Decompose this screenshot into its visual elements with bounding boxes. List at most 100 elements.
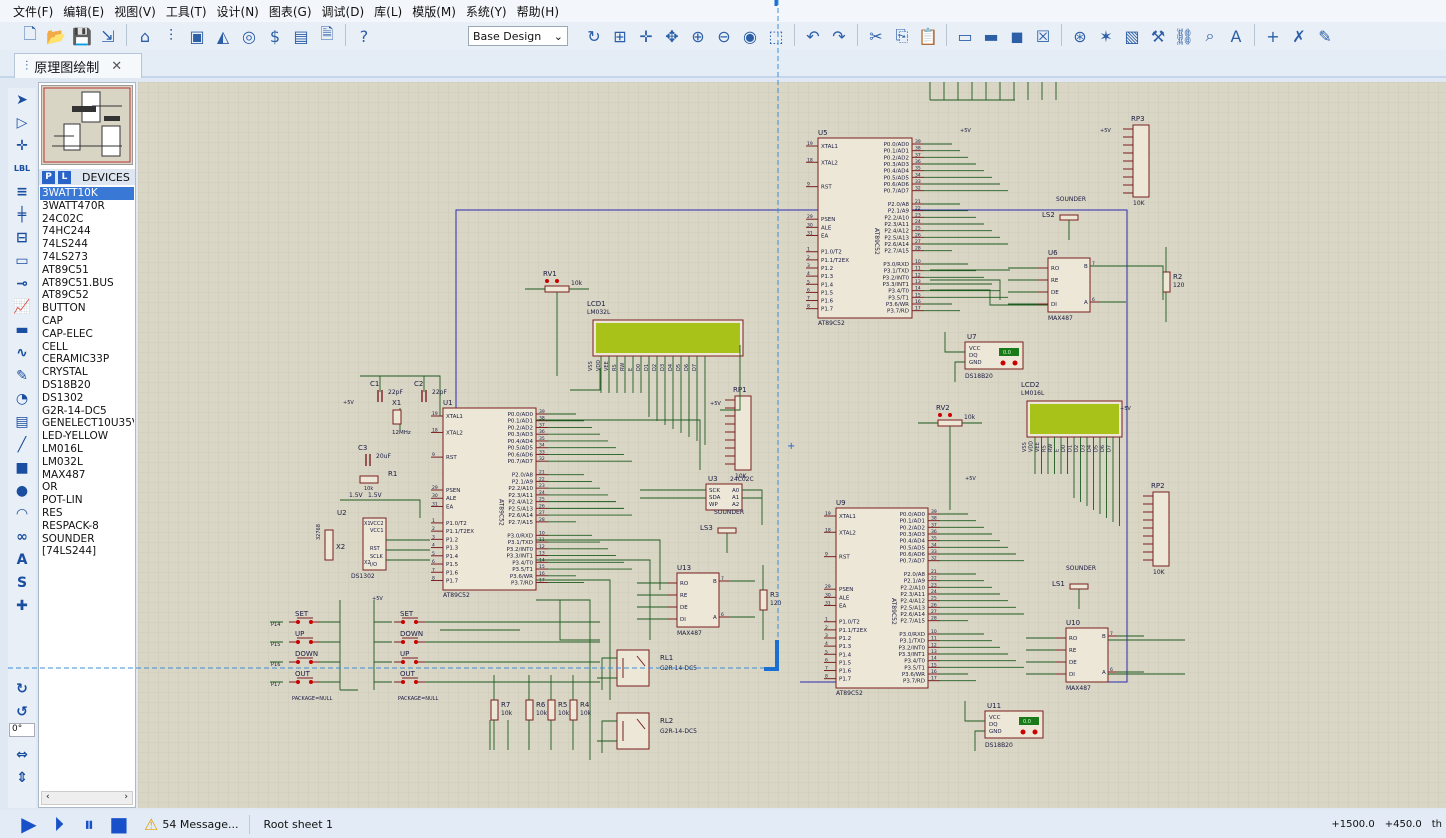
pcb-icon[interactable]: ▣: [185, 24, 209, 48]
messages-button[interactable]: ⚠ 54 Message...: [134, 814, 250, 834]
terminal-tool-icon[interactable]: ▭: [10, 249, 34, 272]
help-icon[interactable]: ?: [352, 24, 376, 48]
schematic-icon[interactable]: ⫶: [159, 24, 183, 48]
pick-devices-button[interactable]: P: [42, 170, 55, 184]
symbol-tool-icon[interactable]: S: [10, 571, 34, 594]
menu-item[interactable]: 库(L): [369, 3, 407, 20]
refresh-icon[interactable]: ↻: [582, 24, 606, 48]
rotate-cw-icon[interactable]: ↻: [10, 677, 34, 700]
block-move-icon[interactable]: ▬: [979, 24, 1003, 48]
device-list-item[interactable]: 74HC244: [40, 225, 134, 238]
save-icon[interactable]: 💾: [70, 24, 94, 48]
text-script-tool-icon[interactable]: ≡: [10, 180, 34, 203]
cut-icon[interactable]: ✂: [864, 24, 888, 48]
menu-item[interactable]: 设计(N): [212, 3, 264, 20]
device-list-item[interactable]: DS1302: [40, 392, 134, 405]
virtual-instrument-tool-icon[interactable]: ▤: [10, 410, 34, 433]
menu-item[interactable]: 图表(G): [264, 3, 317, 20]
crystal-x2[interactable]: [324, 529, 334, 561]
resistor-R4[interactable]: [569, 699, 578, 721]
potentiometer-RV1[interactable]: [544, 285, 570, 293]
rotation-angle-input[interactable]: 0°: [9, 723, 35, 737]
gerber-icon[interactable]: ◎: [237, 24, 261, 48]
sounder-LS2[interactable]: [1059, 214, 1079, 221]
current-probe-tool-icon[interactable]: ◔: [10, 387, 34, 410]
device-list-item[interactable]: SOUNDER: [40, 533, 134, 546]
undo-icon[interactable]: ↶: [801, 24, 825, 48]
close-icon[interactable]: ✕: [111, 59, 122, 74]
zoom-all-icon[interactable]: ◉: [738, 24, 762, 48]
text-tool-icon[interactable]: A: [10, 548, 34, 571]
device-list-item[interactable]: LM016L: [40, 443, 134, 456]
open-folder-icon[interactable]: 📂: [44, 24, 68, 48]
mirror-vertical-icon[interactable]: ⇕: [10, 766, 34, 789]
generator-tool-icon[interactable]: ∿: [10, 341, 34, 364]
packaging-icon[interactable]: ▧: [1120, 24, 1144, 48]
arc-tool-icon[interactable]: ◠: [10, 502, 34, 525]
device-list-item[interactable]: MAX487: [40, 469, 134, 482]
step-button[interactable]: ⏵: [44, 812, 74, 836]
redo-icon[interactable]: ↷: [827, 24, 851, 48]
home-icon[interactable]: ⌂: [133, 24, 157, 48]
delete-sheet-icon[interactable]: ✗: [1287, 24, 1311, 48]
property-assign-icon[interactable]: A: [1224, 24, 1248, 48]
pan-icon[interactable]: ✥: [660, 24, 684, 48]
mirror-horizontal-icon[interactable]: ⇔: [10, 743, 34, 766]
device-list-item[interactable]: CAP: [40, 315, 134, 328]
device-list-item[interactable]: LED-YELLOW: [40, 430, 134, 443]
circle-tool-icon[interactable]: ●: [10, 479, 34, 502]
device-list-item[interactable]: OR: [40, 481, 134, 494]
block-copy-icon[interactable]: ▭: [953, 24, 977, 48]
origin-icon[interactable]: ✛: [634, 24, 658, 48]
tape-tool-icon[interactable]: ▬: [10, 318, 34, 341]
device-list-item[interactable]: AT89C52: [40, 289, 134, 302]
resistor-R6[interactable]: [525, 699, 534, 721]
tab-schematic[interactable]: ⫶ 原理图绘制 ✕: [14, 53, 142, 78]
device-list-item[interactable]: G2R-14-DC5: [40, 405, 134, 418]
zoom-out-icon[interactable]: ⊖: [712, 24, 736, 48]
block-rotate-icon[interactable]: ◼: [1005, 24, 1029, 48]
device-list-item[interactable]: RESPACK-8: [40, 520, 134, 533]
decompose-icon[interactable]: ⚒: [1146, 24, 1170, 48]
path-tool-icon[interactable]: ∞: [10, 525, 34, 548]
device-list-item[interactable]: [74LS244]: [40, 545, 134, 558]
menu-item[interactable]: 帮助(H): [512, 3, 564, 20]
device-list-item[interactable]: 74LS244: [40, 238, 134, 251]
device-list-scrollbar[interactable]: ‹ ›: [41, 791, 133, 805]
schematic-canvas[interactable]: U1 AT89C52 XTAL1 19 XTAL2 18 RST 9 PSEN 29 ALE 30 EA…: [138, 82, 1446, 808]
device-list-item[interactable]: 24C02C: [40, 213, 134, 226]
resistor-R2[interactable]: [1162, 271, 1171, 293]
device-list-item[interactable]: RES: [40, 507, 134, 520]
library-manager-button[interactable]: L: [58, 170, 71, 184]
rotate-ccw-icon[interactable]: ↺: [10, 700, 34, 723]
source-icon[interactable]: ▤: [289, 24, 313, 48]
device-list-item[interactable]: CAP-ELEC: [40, 328, 134, 341]
voltage-probe-tool-icon[interactable]: ✎: [10, 364, 34, 387]
menu-item[interactable]: 调试(D): [317, 3, 370, 20]
device-list-item[interactable]: CRYSTAL: [40, 366, 134, 379]
relay-RL1[interactable]: [616, 649, 650, 687]
graph-tool-icon[interactable]: 📈: [10, 295, 34, 318]
subcircuit-tool-icon[interactable]: ⊟: [10, 226, 34, 249]
menu-item[interactable]: 工具(T): [161, 3, 212, 20]
zoom-area-icon[interactable]: ⬚: [764, 24, 788, 48]
relay-RL2[interactable]: [616, 712, 650, 750]
menu-item[interactable]: 视图(V): [109, 3, 161, 20]
wire-autorouter-icon[interactable]: ⛓: [1172, 24, 1196, 48]
line-tool-icon[interactable]: ╱: [10, 433, 34, 456]
pick-icon[interactable]: ⊛: [1068, 24, 1092, 48]
new-file-icon[interactable]: 🗋: [18, 24, 42, 48]
device-list-item[interactable]: AT89C51: [40, 264, 134, 277]
design-select[interactable]: Base Design ⌄: [468, 26, 568, 46]
junction-tool-icon[interactable]: ✛: [10, 134, 34, 157]
3d-icon[interactable]: ◭: [211, 24, 235, 48]
play-button[interactable]: ▶: [14, 812, 44, 836]
device-list-item[interactable]: POT-LIN: [40, 494, 134, 507]
resistor-R3[interactable]: [759, 589, 768, 611]
select-tool-icon[interactable]: ➤: [10, 88, 34, 111]
menu-item[interactable]: 编辑(E): [58, 3, 109, 20]
copy-icon[interactable]: ⎘: [890, 24, 914, 48]
resistor-R5[interactable]: [547, 699, 556, 721]
respack-RP3[interactable]: [1132, 124, 1150, 198]
new-sheet-icon[interactable]: +: [1261, 24, 1285, 48]
